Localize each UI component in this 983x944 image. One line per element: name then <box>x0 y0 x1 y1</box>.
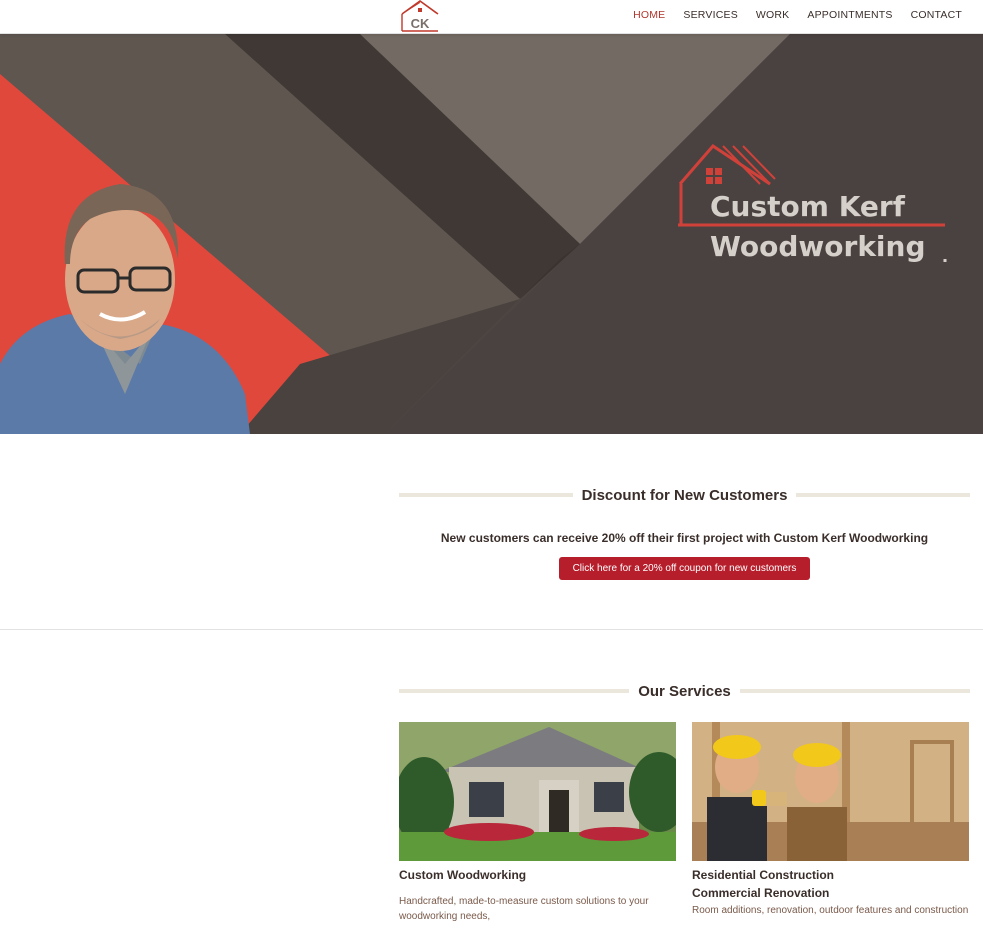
service-desc-custom-woodworking: Handcrafted, made-to-measure custom solu… <box>399 896 649 922</box>
coupon-button[interactable]: Click here for a 20% off coupon for new … <box>559 557 810 580</box>
main-nav: HOME SERVICES WORK APPOINTMENTS CONTACT <box>633 9 962 21</box>
discount-section-heading: Discount for New Customers <box>399 485 970 505</box>
hero-brand-line2: Woodworking <box>710 230 926 263</box>
house-logo-icon: CK <box>401 0 439 32</box>
nav-appointments[interactable]: APPOINTMENTS <box>807 9 892 21</box>
hero-brand-line1: Custom Kerf <box>710 190 906 223</box>
site-header: CK HOME SERVICES WORK APPOINTMENTS CONTA… <box>0 0 983 34</box>
service-desc-construction: Room additions, renovation, outdoor feat… <box>692 905 969 916</box>
services-section-heading: Our Services <box>399 681 970 701</box>
heading-rule-left <box>399 493 573 497</box>
heading-rule-right <box>739 689 970 693</box>
hero-background: Custom Kerf Woodworking <box>0 34 983 434</box>
service-image-custom-woodworking[interactable] <box>399 722 676 861</box>
section-divider <box>0 629 983 630</box>
service-image-construction[interactable] <box>692 722 969 861</box>
service-title-residential-construction[interactable]: Residential Construction <box>692 866 834 884</box>
services-title: Our Services <box>638 682 731 700</box>
discount-text: New customers can receive 20% off their … <box>440 531 929 545</box>
service-title-commercial-renovation[interactable]: Commercial Renovation <box>692 884 829 902</box>
service-title-custom-woodworking[interactable]: Custom Woodworking <box>399 866 526 884</box>
nav-services[interactable]: SERVICES <box>683 9 738 21</box>
discount-title: Discount for New Customers <box>581 486 788 504</box>
svg-text:CK: CK <box>411 16 430 31</box>
nav-home[interactable]: HOME <box>633 9 665 21</box>
heading-rule-right <box>796 493 970 497</box>
site-logo[interactable]: CK <box>399 0 441 32</box>
nav-contact[interactable]: CONTACT <box>911 9 962 21</box>
nav-work[interactable]: WORK <box>756 9 789 21</box>
heading-rule-left <box>399 689 630 693</box>
hero-banner: Custom Kerf Woodworking <box>0 34 983 434</box>
